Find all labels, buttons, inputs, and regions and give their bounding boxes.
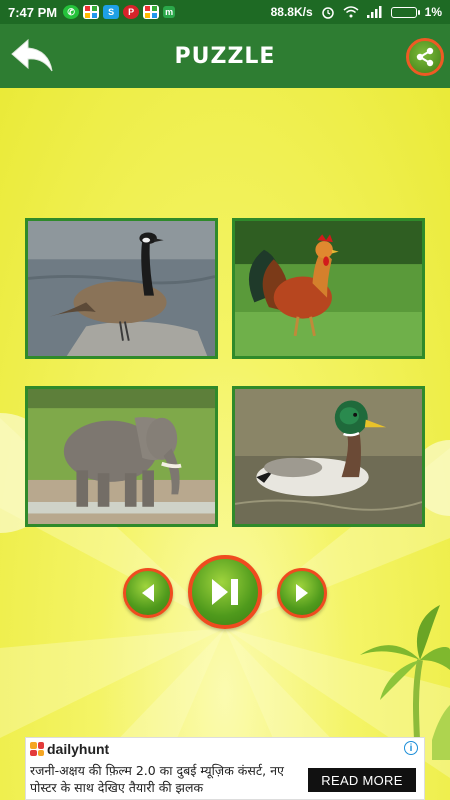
status-right: 88.8K/s 1% [271,5,442,19]
pinterest-icon: P [123,5,140,19]
wifi-icon [343,6,359,18]
app-bar: PUZZLE [0,24,450,88]
play-pause-button[interactable] [188,555,262,629]
elephant-image [28,389,215,524]
info-icon[interactable]: i [404,741,418,755]
status-bar: 7:47 PM ✆ S P m 88.8K/s 1% [0,0,450,24]
network-speed: 88.8K/s [270,5,313,19]
signal-icon [366,6,382,18]
rooster-image [235,221,422,356]
share-icon [416,47,434,67]
m-app-icon: m [163,6,176,18]
play-pause-icon [212,579,238,605]
next-icon [296,584,308,602]
battery-icon [390,6,420,18]
grid-app-icon [83,5,100,19]
alarm-icon [321,7,334,19]
previous-icon [142,584,154,602]
ad-banner[interactable]: dailyhunt i रजनी-अक्षय की फ़िल्म 2.0 का … [25,737,425,800]
status-time: 7:47 PM [8,4,58,20]
grid-app-icon [143,5,160,19]
skype-icon: S [103,5,120,19]
puzzle-tile-duck[interactable] [232,386,425,527]
palm-tree-decoration [360,605,450,760]
ad-brand-name: dailyhunt [47,741,110,757]
back-arrow-icon [11,38,53,72]
whatsapp-icon: ✆ [63,5,80,19]
next-button[interactable] [277,568,327,618]
puzzle-tile-elephant[interactable] [25,386,218,527]
goose-image [28,221,215,356]
page-title: PUZZLE [174,43,276,69]
battery-level: 1% [424,5,442,19]
previous-button[interactable] [123,568,173,618]
dailyhunt-logo-icon [30,742,44,756]
duck-image [235,389,422,524]
ad-headline: रजनी-अक्षय की फ़िल्म 2.0 का दुबई म्यूज़ि… [30,763,284,795]
back-button[interactable] [10,36,54,74]
puzzle-tile-goose[interactable] [25,218,218,359]
ad-brand: dailyhunt [30,741,109,757]
puzzle-tile-rooster[interactable] [232,218,425,359]
share-button[interactable] [406,38,444,76]
read-more-button[interactable]: READ MORE [308,768,416,792]
